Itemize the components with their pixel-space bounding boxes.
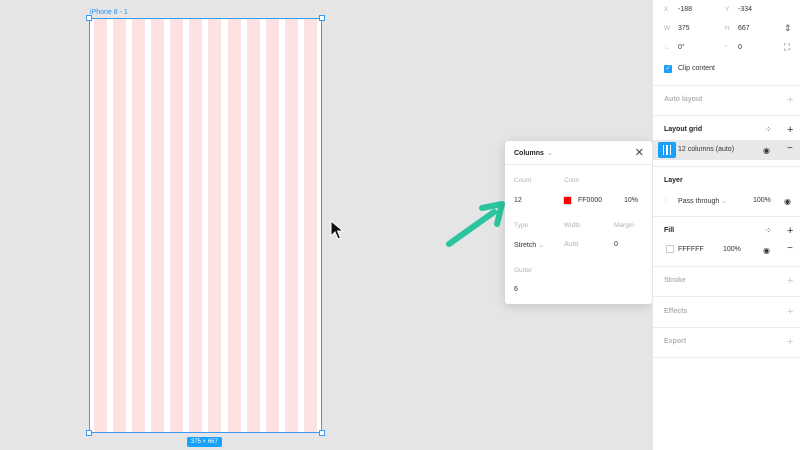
corner-radius-icon: ⌜ (725, 45, 729, 52)
divider (653, 266, 800, 267)
resize-handle-top-left[interactable] (86, 15, 92, 21)
blend-mode-dropdown[interactable]: Pass through ⌄ (678, 197, 727, 205)
resize-handle-bottom-right[interactable] (319, 430, 325, 436)
divider (653, 296, 800, 297)
layer-title: Layer (664, 177, 683, 184)
w-label: W (664, 25, 671, 32)
rotation-icon: ∟ (664, 44, 671, 51)
type-label: Type (514, 222, 529, 229)
iphone-frame[interactable] (89, 18, 322, 433)
corner-radius-input[interactable]: 0 (738, 44, 742, 51)
h-label: H (725, 25, 730, 32)
color-swatch[interactable] (563, 196, 572, 205)
color-opacity-input[interactable]: 10% (624, 197, 638, 204)
export-title: Export (664, 338, 687, 345)
blend-mode-value: Pass through (678, 198, 720, 205)
add-auto-layout-icon[interactable]: + (787, 95, 793, 106)
fill-opacity-input[interactable]: 100% (723, 246, 741, 253)
properties-panel: X -188 Y -334 W 375 H 667 ⇕ ∟ 0° ⌜ 0 ⛶ ✓… (652, 0, 800, 450)
grid-column (189, 19, 203, 432)
resize-handle-bottom-left[interactable] (86, 430, 92, 436)
add-stroke-icon[interactable]: + (787, 276, 793, 287)
add-layout-grid-icon[interactable]: + (787, 125, 793, 136)
x-label: X (664, 6, 669, 13)
eye-icon[interactable]: ◉ (763, 246, 770, 255)
margin-input[interactable]: 0 (614, 241, 618, 248)
fill-hex-input[interactable]: FFFFFF (678, 246, 704, 253)
gutter-input[interactable]: 6 (514, 286, 518, 293)
popup-header: Columns ⌄ ✕ (505, 141, 652, 165)
y-label: Y (725, 6, 730, 13)
divider (653, 357, 800, 358)
width-input[interactable]: Auto (564, 241, 578, 248)
clip-content-checkbox[interactable]: ✓ (664, 65, 672, 73)
gutter-label: Gutter (514, 267, 533, 274)
eye-icon[interactable]: ◉ (763, 146, 770, 155)
grid-column (113, 19, 127, 432)
remove-grid-icon[interactable]: − (787, 144, 793, 154)
frame-size-badge: 375 × 667 (187, 437, 222, 447)
divider (653, 166, 800, 167)
grid-column (151, 19, 165, 432)
margin-label: Margin (614, 222, 634, 229)
layout-grid-title: Layout grid (664, 126, 703, 133)
frame-label[interactable]: iPhone 8 - 1 (90, 9, 128, 16)
grid-column (265, 19, 279, 432)
layout-grid-item-label: 12 columns (auto) (678, 146, 735, 153)
divider (653, 115, 800, 116)
fill-title: Fill (664, 227, 675, 234)
popup-title: Columns (514, 149, 544, 157)
constrain-proportions-icon[interactable]: ⇕ (784, 23, 792, 34)
resize-handle-top-right[interactable] (319, 15, 325, 21)
add-export-icon[interactable]: + (787, 337, 793, 348)
color-hex-input[interactable]: FF0000 (578, 197, 602, 204)
add-fill-icon[interactable]: + (787, 226, 793, 237)
divider (653, 327, 800, 328)
close-icon[interactable]: ✕ (635, 146, 644, 159)
type-dropdown[interactable]: Stretch ⌄ (514, 241, 544, 249)
grid-column (208, 19, 222, 432)
count-label: Count (514, 177, 532, 184)
grid-column (170, 19, 184, 432)
count-input[interactable]: 12 (514, 197, 522, 204)
eye-icon[interactable]: ◉ (784, 197, 791, 206)
columns-settings-popup: Columns ⌄ ✕ Count Color 12 FF0000 10% Typ… (505, 141, 652, 304)
width-label: Width (564, 222, 581, 229)
x-input[interactable]: -188 (678, 6, 692, 13)
grid-column (246, 19, 260, 432)
layout-grid-overlay (94, 19, 317, 432)
columns-grid-icon[interactable] (658, 142, 676, 158)
grid-column (303, 19, 317, 432)
grid-column (284, 19, 298, 432)
chevron-down-icon: ⌄ (538, 242, 545, 249)
rotation-input[interactable]: 0° (678, 44, 685, 51)
remove-fill-icon[interactable]: − (787, 244, 793, 254)
type-value: Stretch (514, 242, 537, 249)
height-input[interactable]: 667 (738, 25, 750, 32)
auto-layout-title: Auto layout (664, 96, 703, 103)
grid-column (94, 19, 107, 432)
mouse-cursor-icon (330, 220, 345, 240)
grid-column (132, 19, 146, 432)
annotation-arrow-icon (446, 201, 505, 247)
grid-styles-icon[interactable]: ⁘ (765, 125, 772, 134)
layer-opacity-input[interactable]: 100% (753, 197, 771, 204)
width-input[interactable]: 375 (678, 25, 690, 32)
chevron-down-icon: ⌄ (721, 198, 728, 205)
blend-mode-icon: ◌ (664, 197, 669, 204)
clip-content-label: Clip content (678, 65, 715, 72)
chevron-down-icon: ⌄ (546, 149, 553, 157)
fill-styles-icon[interactable]: ⁘ (765, 226, 772, 235)
color-label: Color (564, 177, 580, 184)
y-input[interactable]: -334 (738, 6, 752, 13)
independent-corners-icon[interactable]: ⛶ (784, 42, 790, 53)
fill-color-swatch[interactable] (666, 245, 674, 253)
divider (653, 216, 800, 217)
effects-title: Effects (664, 308, 688, 315)
stroke-title: Stroke (664, 277, 686, 284)
grid-type-dropdown[interactable]: Columns ⌄ (514, 149, 553, 157)
grid-column (227, 19, 241, 432)
add-effect-icon[interactable]: + (787, 307, 793, 318)
divider (653, 85, 800, 86)
